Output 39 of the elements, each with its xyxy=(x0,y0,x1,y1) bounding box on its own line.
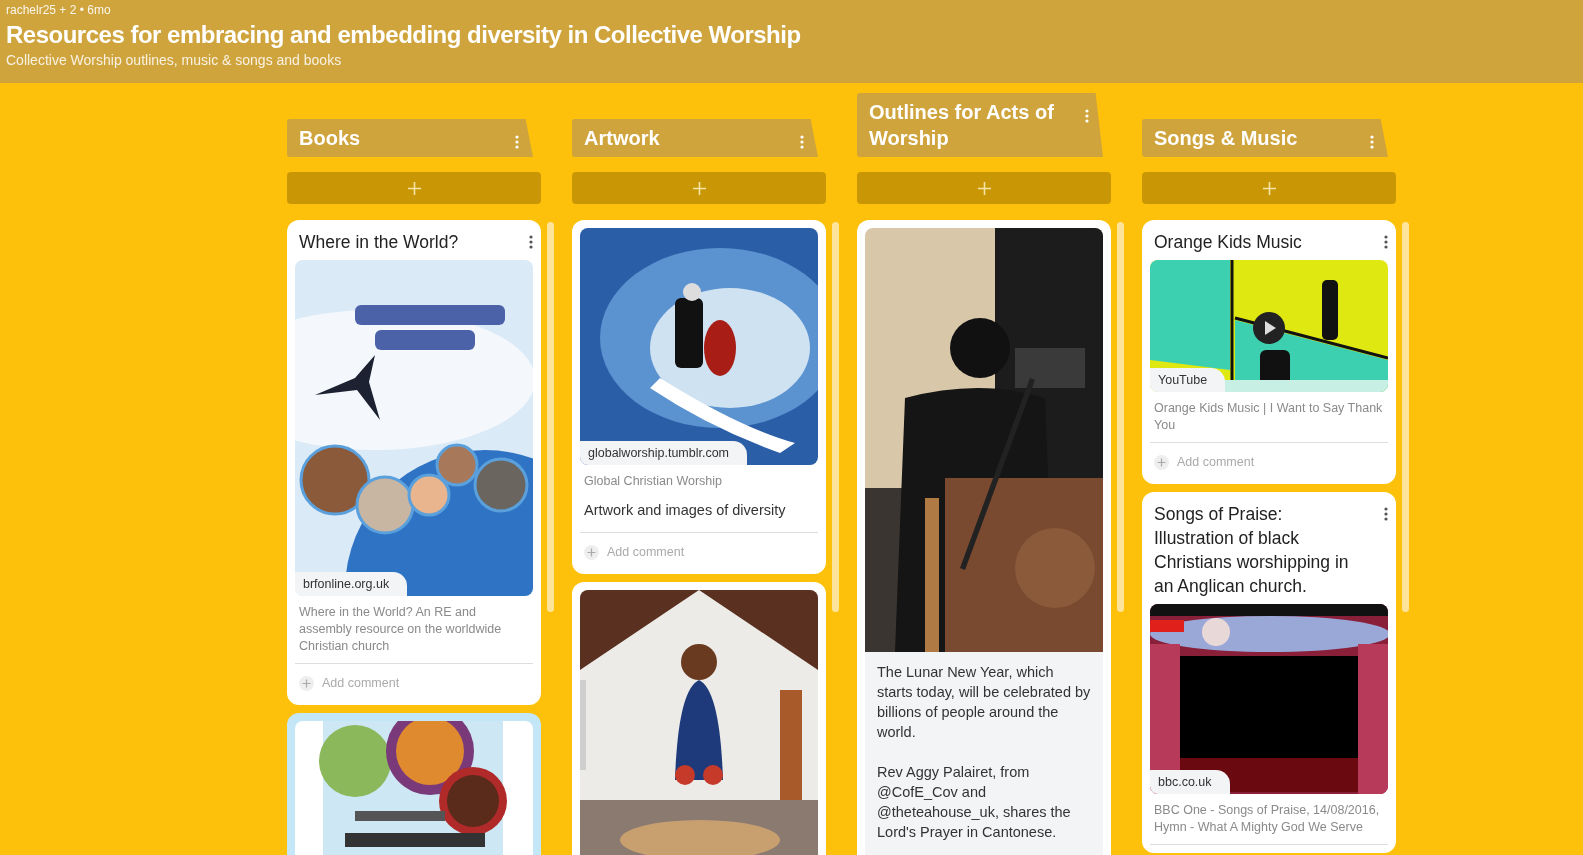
scrollbar[interactable] xyxy=(1402,222,1409,612)
more-icon[interactable] xyxy=(1384,506,1388,521)
add-comment-link[interactable]: Add comment xyxy=(607,542,685,562)
scrollbar[interactable] xyxy=(1117,222,1124,612)
board-title: Resources for embracing and embedding diversity in Collective Worship xyxy=(6,20,802,50)
more-icon[interactable] xyxy=(529,234,533,249)
board-subtitle: Collective Worship outlines, music & songs and books xyxy=(6,51,343,69)
post-text: Rev Aggy Palairet, from @CofE_Cov and @theteahouse_uk, shares the Lord's Prayer in Cantonese. xyxy=(877,763,1072,842)
source-label[interactable]: globalworship.tumblr.com xyxy=(580,441,748,465)
more-icon[interactable] xyxy=(1384,234,1388,249)
post-text: The Lunar New Year, which starts today, will be celebrated by billions of people around the world. xyxy=(877,663,1091,742)
source-label[interactable]: YouTube xyxy=(1150,368,1226,392)
section-title: Outlines for Acts of Worship xyxy=(869,101,1054,149)
section-title: Books xyxy=(299,127,361,149)
play-icon[interactable] xyxy=(1253,312,1285,344)
source-label[interactable]: brfonline.org.uk xyxy=(295,572,408,596)
add-comment-icon[interactable] xyxy=(1154,454,1169,470)
section-title: Songs & Music xyxy=(1154,127,1298,149)
add-comment-icon[interactable] xyxy=(299,675,314,691)
add-comment-link[interactable]: Add comment xyxy=(1177,453,1255,472)
link-title[interactable]: Global Christian Worship xyxy=(580,465,818,490)
source-label[interactable]: bbc.co.uk xyxy=(1150,770,1230,794)
scrollbar[interactable] xyxy=(832,222,839,612)
plus-icon xyxy=(407,181,421,195)
plus-icon xyxy=(692,181,706,195)
plus-icon xyxy=(1262,181,1276,195)
link-title[interactable]: Orange Kids Music | I Want to Say Thank You xyxy=(1150,392,1388,434)
byline: rachelr25 + 2 • 6mo xyxy=(6,3,112,17)
post-title: Orange Kids Music xyxy=(1153,231,1303,254)
post-title: Where in the World? xyxy=(298,231,460,254)
post-text: Artwork and images of diversity xyxy=(583,501,787,520)
post-title: Songs of Praise: Illustration of black Christians worshipping in an Anglican church. xyxy=(1153,502,1350,598)
plus-icon xyxy=(977,181,991,195)
add-comment-link[interactable]: Add comment xyxy=(322,674,400,693)
link-title[interactable]: BBC One - Songs of Praise, 14/08/2016, Hymn - What A Mighty God We Serve xyxy=(1150,793,1388,836)
section-title: Artwork xyxy=(584,127,660,149)
add-comment-icon[interactable] xyxy=(584,544,599,560)
link-title[interactable]: Where in the World? An RE and assembly resource on the worldwide Christian church xyxy=(295,596,533,655)
scrollbar[interactable] xyxy=(547,222,554,612)
